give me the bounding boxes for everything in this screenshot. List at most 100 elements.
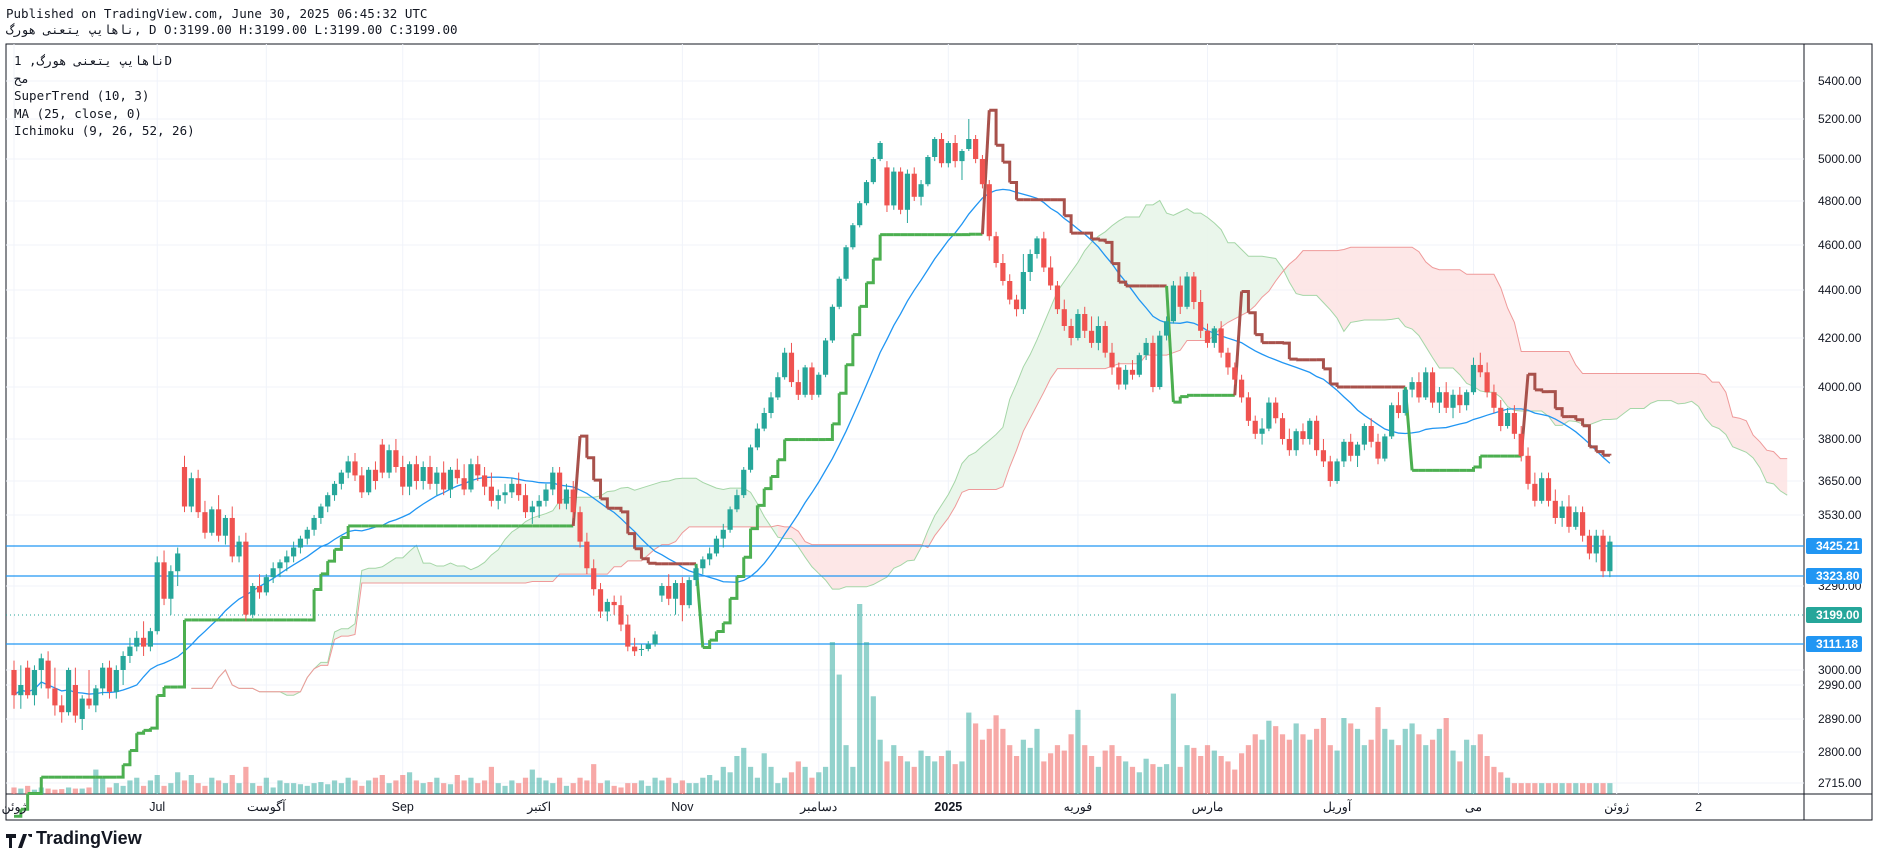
volume-bar bbox=[434, 777, 440, 794]
supertrend-line bbox=[123, 750, 132, 767]
candle-body bbox=[291, 547, 297, 557]
candle-body bbox=[693, 568, 699, 581]
candle-body bbox=[372, 469, 379, 481]
volume-bar bbox=[700, 777, 706, 794]
volume-bar bbox=[1477, 734, 1483, 794]
candle-body bbox=[331, 483, 338, 496]
candle-body bbox=[829, 306, 835, 341]
candle-body bbox=[488, 486, 494, 501]
candle-body bbox=[802, 367, 808, 395]
candle-body bbox=[161, 562, 167, 599]
candle-body bbox=[502, 492, 508, 496]
volume-bar bbox=[1123, 761, 1129, 794]
volume-bar bbox=[1034, 728, 1040, 794]
candle-body bbox=[1088, 330, 1095, 343]
volume-bar bbox=[822, 766, 829, 794]
supertrend-line bbox=[736, 557, 746, 579]
price-chart[interactable]: 5400.00 5200.00 5000.00 4800.00 4600.00 4400.… bbox=[0, 0, 1878, 858]
legend-ichimoku[interactable]: Ichimoku (9, 26, 52, 26) bbox=[14, 122, 195, 140]
volume-bar bbox=[693, 783, 699, 794]
candle-body bbox=[979, 159, 986, 185]
candle-body bbox=[1218, 328, 1224, 353]
tradingview-brand[interactable]: TradingView bbox=[6, 828, 142, 849]
candle-body bbox=[911, 173, 917, 197]
volume-bar bbox=[1580, 783, 1586, 794]
candle-body bbox=[1409, 382, 1415, 390]
candle-body bbox=[666, 586, 672, 599]
candle-body bbox=[734, 495, 740, 510]
supertrend-line bbox=[586, 456, 596, 481]
candle-body bbox=[1395, 405, 1402, 413]
price-label-text: 3111.18 bbox=[1816, 637, 1858, 651]
candle-body bbox=[775, 377, 781, 398]
candle-body bbox=[181, 467, 188, 507]
time-tick-label: ژوئن bbox=[1, 800, 26, 815]
candle-body bbox=[1225, 352, 1231, 368]
supertrend-line bbox=[839, 364, 848, 395]
candle-body bbox=[1293, 431, 1299, 451]
volume-bar bbox=[509, 780, 515, 794]
volume-bar bbox=[1348, 723, 1354, 794]
volume-bar bbox=[891, 745, 897, 794]
candle-body bbox=[154, 562, 160, 632]
legend-supertrend[interactable]: SuperTrend (10, 3) bbox=[14, 87, 195, 105]
price-tick-label: 4000.00 bbox=[1818, 380, 1862, 394]
candle-body bbox=[11, 670, 17, 696]
volume-bar bbox=[1395, 745, 1402, 794]
candle-body bbox=[1191, 276, 1197, 302]
candle-body bbox=[147, 631, 153, 647]
volume-bar bbox=[1368, 739, 1374, 794]
candle-body bbox=[45, 660, 51, 689]
candle-body bbox=[959, 151, 965, 162]
candle-body bbox=[1423, 372, 1429, 398]
price-tick-label: 4800.00 bbox=[1818, 194, 1862, 208]
volume-bar bbox=[1382, 728, 1388, 794]
volume-bar bbox=[147, 780, 153, 794]
price-tick-label: 3000.00 bbox=[1818, 663, 1862, 677]
candle-body bbox=[413, 464, 419, 481]
volume-bar bbox=[577, 777, 583, 794]
volume-bar bbox=[625, 783, 631, 794]
price-tick-label: 4600.00 bbox=[1818, 238, 1862, 252]
volume-bar bbox=[870, 696, 876, 794]
candle-body bbox=[1443, 392, 1449, 408]
legend-symbol[interactable]: ناهایپ یتعنی هورگ, 1D bbox=[14, 52, 195, 70]
volume-bar bbox=[782, 777, 788, 794]
candle-body bbox=[863, 182, 870, 204]
volume-bar bbox=[904, 761, 911, 794]
volume-bar bbox=[850, 766, 856, 794]
candle-body bbox=[577, 512, 583, 542]
volume-bar bbox=[1279, 734, 1286, 794]
candle-body bbox=[1273, 402, 1279, 419]
candle-body bbox=[938, 139, 945, 164]
legend-ma[interactable]: MA (25, close, 0) bbox=[14, 105, 195, 123]
supertrend-line bbox=[832, 393, 841, 426]
volume-bar bbox=[543, 780, 549, 794]
volume-bar bbox=[1013, 756, 1020, 794]
volume-bar bbox=[413, 780, 419, 794]
volume-bar bbox=[345, 777, 351, 794]
volume-bar bbox=[1402, 728, 1408, 794]
volume-bar bbox=[720, 766, 726, 794]
volume-bar bbox=[1048, 753, 1054, 794]
volume-bar bbox=[93, 769, 99, 794]
supertrend-line bbox=[641, 557, 650, 564]
candle-body bbox=[1177, 285, 1183, 307]
volume-bar bbox=[481, 780, 488, 794]
candle-body bbox=[1232, 367, 1238, 380]
ichimoku-cloud bbox=[1289, 247, 1788, 496]
candle-body bbox=[270, 568, 276, 578]
candle-body bbox=[809, 367, 815, 395]
volume-bar bbox=[284, 783, 290, 794]
volume-bar bbox=[1341, 718, 1347, 794]
volume-bar bbox=[1334, 750, 1340, 794]
candle-body bbox=[256, 586, 263, 593]
time-tick-label: می bbox=[1465, 800, 1482, 814]
volume-bar bbox=[1327, 745, 1333, 794]
candle-body bbox=[1573, 512, 1579, 527]
legend-currency: مح bbox=[14, 70, 30, 86]
volume-bar bbox=[591, 764, 597, 794]
candle-body bbox=[1279, 418, 1286, 439]
volume-bar bbox=[1232, 769, 1238, 794]
volume-bar bbox=[45, 788, 51, 794]
